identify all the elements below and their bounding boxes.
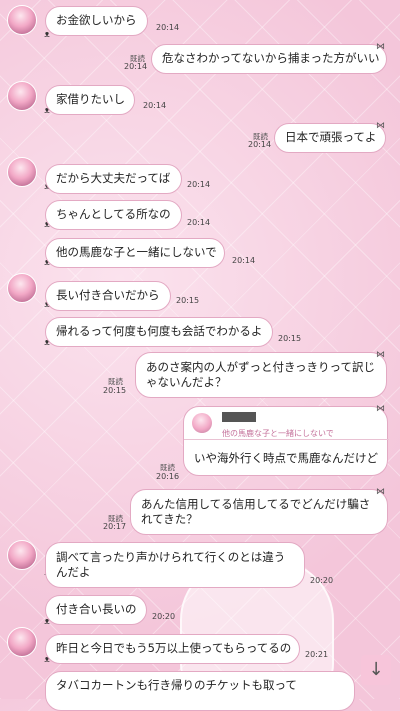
redacted-name [222, 412, 256, 422]
avatar [192, 413, 212, 433]
avatar[interactable] [7, 5, 37, 35]
quoted-message[interactable]: 他の馬鹿な子と一緒にしないで [184, 407, 389, 440]
message-time: 20:21 [305, 650, 329, 659]
avatar[interactable] [7, 81, 37, 111]
message-bubble[interactable]: 帰れるって何度も何度も会話でわかるよ [45, 317, 273, 347]
message-time: 20:14 [143, 101, 167, 110]
message-bubble[interactable]: だから大丈夫だってば [45, 164, 182, 194]
message-bubble[interactable]: タバコカートンも行き帰りのチケットも取って [45, 671, 355, 711]
bow-icon: ⋈ [376, 487, 385, 497]
message-bubble[interactable]: 他の馬鹿な子と一緒にしないで [45, 238, 225, 268]
bow-icon: ⋈ [376, 42, 385, 52]
message-time: 20:15 [278, 334, 302, 343]
message-bubble[interactable]: ちゃんとしてる所なの [45, 200, 182, 230]
message-time: 20:20 [152, 612, 176, 621]
bow-icon: ⋈ [376, 404, 385, 414]
message-bubble[interactable]: 日本で頑張ってよ [274, 123, 386, 153]
message-bubble[interactable]: お金欲しいから [45, 6, 148, 36]
quoted-text: 他の馬鹿な子と一緒にしないで [222, 429, 334, 438]
message-time: 20:17 [103, 522, 127, 531]
avatar[interactable] [7, 273, 37, 303]
message-time: 20:20 [310, 576, 334, 585]
message-time: 20:15 [176, 296, 200, 305]
message-bubble[interactable]: 調べて言ったり声かけられて行くのとは違うんだよ [45, 542, 305, 588]
message-text: いや海外行く時点で馬鹿なんだけど [194, 451, 378, 465]
message-time: 20:16 [156, 472, 180, 481]
message-time: 20:14 [232, 256, 256, 265]
avatar[interactable] [7, 627, 37, 657]
message-bubble[interactable]: 家借りたいし [45, 85, 135, 115]
message-time: 20:14 [248, 140, 272, 149]
message-bubble[interactable]: あのさ案内の人がずっと付きっきりって訳じゃないんだよ？ [135, 352, 387, 398]
message-bubble[interactable]: 昨日と今日でもう5万以上使ってもらってるの [45, 634, 300, 664]
arrow-down-icon[interactable]: ↓ [361, 655, 391, 685]
message-bubble[interactable]: 付き合い長いの [45, 595, 147, 625]
message-time: 20:14 [156, 23, 180, 32]
avatar[interactable] [7, 540, 37, 570]
chat-area[interactable]: ᴥ お金欲しいから 20:14 既読 20:14 危なさわかってないから捕まった… [0, 0, 400, 711]
message-time: 20:14 [187, 218, 211, 227]
message-time: 20:15 [103, 386, 127, 395]
avatar[interactable] [7, 157, 37, 187]
message-bubble[interactable]: 長い付き合いだから [45, 281, 171, 311]
message-time: 20:14 [124, 62, 148, 71]
message-bubble[interactable]: あんた信用してる信用してるでどんだけ騙されてきた？ [130, 489, 388, 535]
bow-icon: ⋈ [376, 350, 385, 360]
reply-message-bubble[interactable]: 他の馬鹿な子と一緒にしないで いや海外行く時点で馬鹿なんだけど [183, 406, 389, 476]
message-bubble[interactable]: 危なさわかってないから捕まった方がいい [151, 44, 387, 74]
message-time: 20:14 [187, 180, 211, 189]
bow-icon: ⋈ [376, 121, 385, 131]
